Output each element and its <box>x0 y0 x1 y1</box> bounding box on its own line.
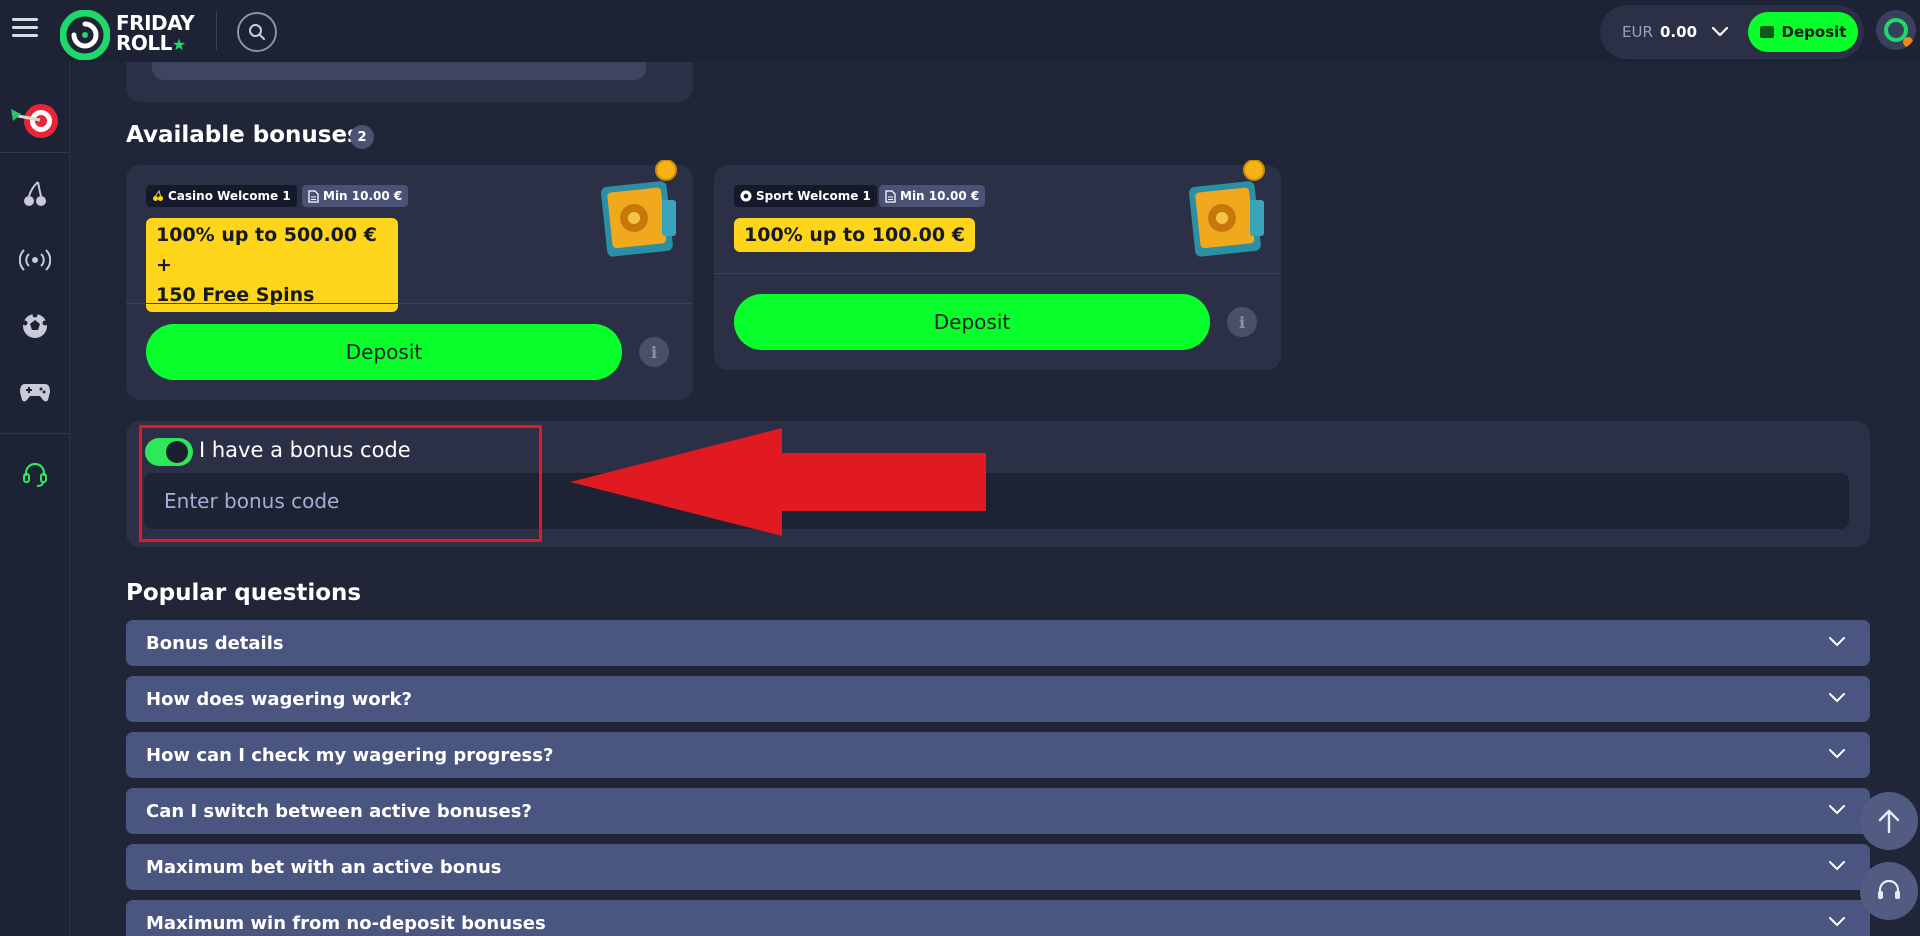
header-deposit-button[interactable]: Deposit <box>1748 12 1858 52</box>
balance-amount: 0.00 <box>1660 23 1698 41</box>
bonus-tag-sport: Sport Welcome 1 <box>734 185 877 207</box>
bonus-headline-line-1: 100% up to 100.00 € <box>744 224 965 246</box>
logo-line-2: ROLL <box>116 31 172 55</box>
treasure-chest-icon <box>1189 160 1265 257</box>
bonus-min-tag: Min 10.00 € <box>879 185 986 207</box>
faq-question: Maximum bet with an active bonus <box>146 857 502 878</box>
faq-item[interactable]: Bonus details <box>126 620 1870 666</box>
logo[interactable]: FRIDAY ROLL★ <box>60 8 200 60</box>
logo-line-1: FRIDAY <box>116 11 195 35</box>
live-broadcast-icon <box>19 249 51 271</box>
faq-item[interactable]: Maximum bet with an active bonus <box>126 844 1870 890</box>
previous-card-input <box>152 62 646 80</box>
support-chat-button[interactable] <box>1860 862 1918 920</box>
faq-item[interactable]: How does wagering work? <box>126 676 1870 722</box>
soccer-ball-icon <box>22 312 48 338</box>
previous-card-bottom <box>126 62 693 102</box>
bonus-count-badge: 2 <box>350 125 374 149</box>
treasure-chest-icon <box>601 160 677 257</box>
soccer-ball-icon <box>740 190 752 202</box>
bonus-code-toggle-label: I have a bonus code <box>199 438 411 462</box>
bonus-card-divider <box>714 273 1281 274</box>
rail-separator <box>0 152 70 153</box>
rail-separator <box>0 433 70 434</box>
bonus-tag-label: Sport Welcome 1 <box>756 189 871 203</box>
menu-icon[interactable] <box>12 18 38 40</box>
avatar[interactable] <box>1876 10 1916 50</box>
chevron-down-icon <box>1829 861 1845 871</box>
top-bar: FRIDAY ROLL★ EUR 0.00 Deposit <box>0 0 1920 62</box>
bonus-code-input[interactable] <box>144 473 1849 529</box>
rail-item-sports[interactable] <box>0 302 70 350</box>
balance-currency: EUR <box>1622 23 1653 41</box>
bonus-code-toggle[interactable] <box>145 438 193 466</box>
deposit-button-casino[interactable]: Deposit <box>146 324 622 380</box>
bonus-min-label: Min 10.00 € <box>900 189 980 203</box>
bonus-headline-line-1: 100% up to 500.00 € + <box>156 224 377 276</box>
bonus-headline: 100% up to 100.00 € <box>734 218 975 252</box>
info-icon[interactable]: i <box>639 337 669 367</box>
faq-item[interactable]: Maximum win from no-deposit bonuses <box>126 900 1870 936</box>
bonus-tag-casino: Casino Welcome 1 <box>146 185 297 207</box>
available-bonuses-title: Available bonuses <box>126 122 361 148</box>
chevron-down-icon <box>1829 805 1845 815</box>
balance-pill: EUR 0.00 Deposit <box>1600 5 1864 59</box>
bonus-card-casino: Casino Welcome 1 Min 10.00 € 100% up to … <box>126 160 693 400</box>
faq-question: How can I check my wagering progress? <box>146 745 554 766</box>
rail-item-promotions[interactable] <box>0 88 70 150</box>
cherries-icon <box>24 181 46 206</box>
bonus-card-divider <box>126 303 693 304</box>
deposit-button-sport[interactable]: Deposit <box>734 294 1210 350</box>
chevron-down-icon[interactable] <box>1710 24 1730 40</box>
headset-support-icon <box>1878 879 1900 899</box>
chevron-down-icon <box>1829 637 1845 647</box>
faq-item[interactable]: How can I check my wagering progress? <box>126 732 1870 778</box>
search-button[interactable] <box>237 12 277 52</box>
bonus-headline-line-2: 150 Free Spins <box>156 284 315 306</box>
logo-text: FRIDAY ROLL★ <box>116 11 195 55</box>
gamepad-icon <box>20 384 50 402</box>
header-deposit-label: Deposit <box>1781 23 1847 41</box>
wallet-icon <box>1759 26 1774 38</box>
chevron-down-icon <box>1829 749 1845 759</box>
chevron-down-icon <box>1829 917 1845 927</box>
bonus-min-tag: Min 10.00 € <box>302 185 409 207</box>
bonus-min-label: Min 10.00 € <box>323 189 403 203</box>
logo-mark-icon <box>60 10 110 60</box>
faq-item[interactable]: Can I switch between active bonuses? <box>126 788 1870 834</box>
cherries-icon <box>153 190 163 201</box>
toggle-knob <box>166 441 188 463</box>
user-avatar-icon <box>1884 18 1913 47</box>
faq-question: How does wagering work? <box>146 689 412 710</box>
rail-item-games[interactable] <box>0 368 70 416</box>
info-icon[interactable]: i <box>1227 307 1257 337</box>
arrow-up-icon <box>1878 809 1900 834</box>
rail-item-casino[interactable] <box>0 170 70 218</box>
chevron-down-icon <box>1829 693 1845 703</box>
rail-item-support[interactable] <box>0 450 70 498</box>
popular-questions-title: Popular questions <box>126 580 362 606</box>
faq-question: Bonus details <box>146 633 284 654</box>
search-icon <box>249 24 265 40</box>
bonus-card-sport: Sport Welcome 1 Min 10.00 € 100% up to 1… <box>714 160 1281 370</box>
logo-star: ★ <box>171 35 186 54</box>
left-rail <box>0 62 70 936</box>
bonus-code-panel: I have a bonus code <box>126 421 1870 547</box>
rail-item-live[interactable] <box>0 236 70 284</box>
darts-target-icon <box>11 104 58 138</box>
document-icon <box>308 189 319 203</box>
bonus-headline: 100% up to 500.00 € + 150 Free Spins <box>146 218 398 312</box>
document-icon <box>885 189 896 203</box>
scroll-to-top-button[interactable] <box>1860 792 1918 850</box>
top-divider <box>216 12 217 50</box>
headset-support-icon <box>23 462 47 487</box>
bonus-tag-label: Casino Welcome 1 <box>168 189 291 203</box>
faq-question: Can I switch between active bonuses? <box>146 801 532 822</box>
faq-question: Maximum win from no-deposit bonuses <box>146 913 546 934</box>
